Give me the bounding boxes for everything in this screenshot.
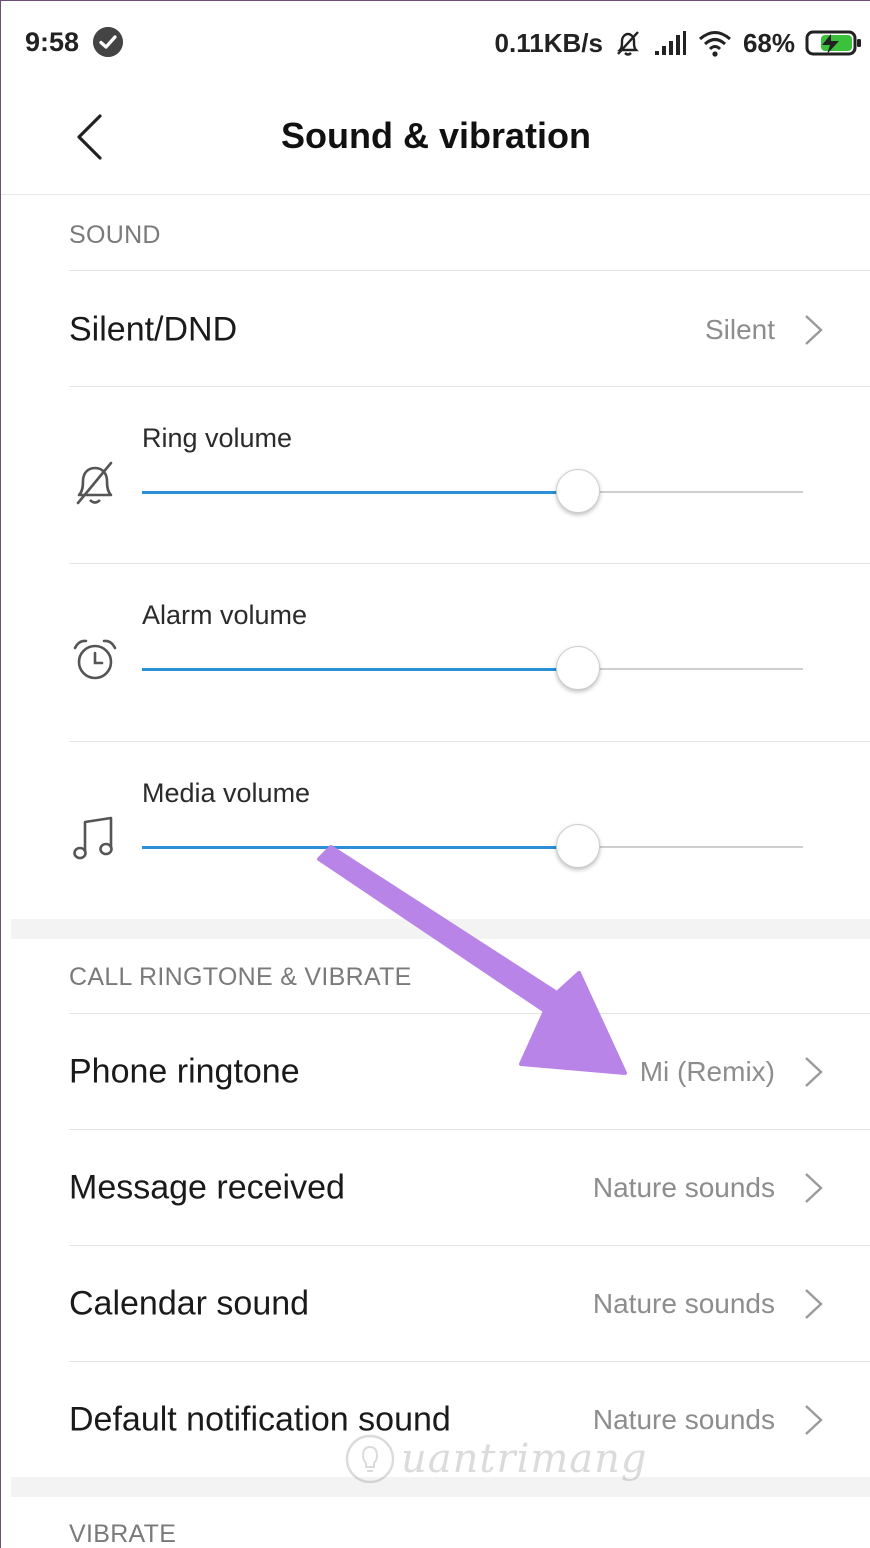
- status-right: 0.11KB/s 68%: [495, 23, 863, 63]
- row-value: Nature sounds: [592, 1172, 775, 1203]
- row-value: Nature sounds: [592, 1404, 775, 1435]
- alarm-volume-row: Alarm volume: [1, 564, 870, 740]
- media-volume-label: Media volume: [142, 778, 311, 808]
- divider: [69, 1013, 870, 1014]
- status-time: 9:58: [25, 27, 80, 57]
- slider-fill: [142, 490, 579, 494]
- row-title: Default notification sound: [69, 1400, 451, 1439]
- row-title: Message received: [69, 1168, 345, 1207]
- section-separator: [11, 919, 870, 939]
- slider-thumb[interactable]: [556, 824, 601, 868]
- wifi-icon: [698, 31, 731, 57]
- ring-volume-slider[interactable]: [142, 469, 803, 513]
- divider: [69, 1361, 870, 1362]
- chevron-right-icon: [805, 1289, 823, 1319]
- status-bar: 9:58 0.11KB/s 68%: [1, 1, 870, 83]
- row-title: Silent/DND: [69, 310, 238, 349]
- phone-ringtone-row[interactable]: Phone ringtone Mi (Remix): [1, 1015, 870, 1129]
- alarm-volume-slider[interactable]: [142, 646, 803, 690]
- chevron-right-icon: [805, 315, 823, 345]
- slider-thumb[interactable]: [556, 646, 601, 690]
- message-received-row[interactable]: Message received Nature sounds: [1, 1131, 870, 1245]
- slider-thumb[interactable]: [556, 469, 601, 513]
- slider-fill: [142, 845, 579, 849]
- app-header: Sound & vibration: [1, 83, 870, 195]
- battery-percent: 68%: [742, 27, 795, 58]
- row-title: Phone ringtone: [69, 1052, 300, 1091]
- chevron-right-icon: [805, 1057, 823, 1087]
- default-notification-row[interactable]: Default notification sound Nature sounds: [1, 1363, 870, 1477]
- media-volume-slider[interactable]: [142, 824, 803, 868]
- divider: [69, 270, 870, 271]
- chevron-right-icon: [805, 1173, 823, 1203]
- screen: 9:58 0.11KB/s 68% Sound & vibration SOUN…: [0, 0, 870, 1548]
- divider: [69, 1245, 870, 1246]
- ring-volume-row: Ring volume: [1, 387, 870, 563]
- page-title: Sound & vibration: [281, 115, 591, 156]
- slider-fill: [142, 667, 579, 671]
- ring-volume-label: Ring volume: [142, 423, 293, 453]
- bell-off-icon: [76, 461, 113, 505]
- row-title: Calendar sound: [69, 1284, 310, 1323]
- network-speed: 0.11KB/s: [494, 27, 603, 58]
- calendar-sound-row[interactable]: Calendar sound Nature sounds: [1, 1247, 870, 1361]
- alarm-volume-label: Alarm volume: [142, 600, 308, 630]
- row-value: Nature sounds: [592, 1288, 775, 1319]
- divider: [69, 1129, 870, 1130]
- alarm-clock-icon: [73, 639, 117, 680]
- check-circle-icon: [93, 27, 123, 57]
- media-volume-row: Media volume: [1, 742, 870, 918]
- silent-dnd-row[interactable]: Silent/DND Silent: [1, 273, 870, 387]
- section-label-vibrate: VIBRATE: [69, 1520, 177, 1548]
- row-value: Mi (Remix): [639, 1056, 775, 1087]
- chevron-right-icon: [805, 1405, 823, 1435]
- row-value: Silent: [704, 314, 775, 345]
- signal-icon: [654, 31, 686, 55]
- section-separator: [11, 1477, 870, 1497]
- battery-charging-icon: [805, 30, 861, 56]
- music-note-icon: [73, 816, 113, 860]
- mute-bell-icon: [617, 31, 639, 56]
- section-label-ringtone: CALL RINGTONE & VIBRATE: [69, 963, 412, 991]
- section-label-sound: SOUND: [69, 221, 161, 249]
